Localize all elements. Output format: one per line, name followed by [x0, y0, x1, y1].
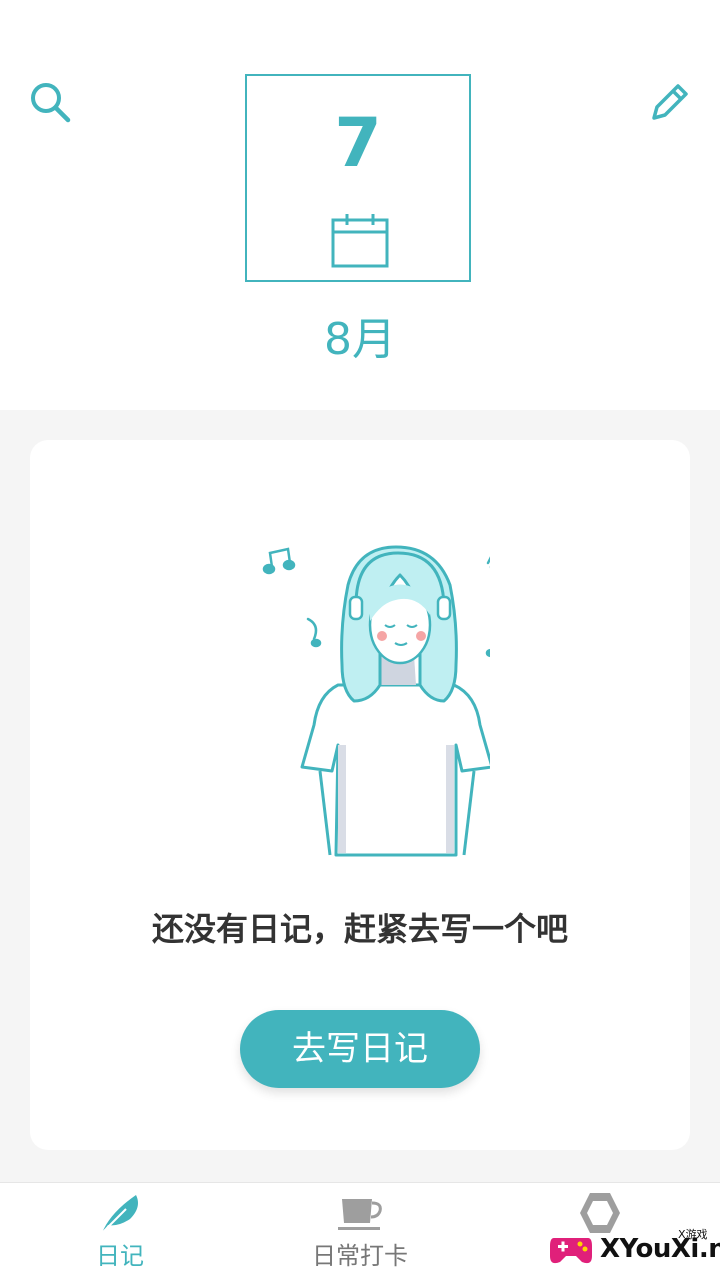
pencil-icon: [652, 84, 688, 120]
day-number: 7: [334, 104, 382, 183]
search-button[interactable]: [20, 72, 80, 132]
feather-icon: [101, 1195, 138, 1234]
nav-item-checkin[interactable]: 日常打卡: [240, 1183, 480, 1281]
empty-message: 还没有日记，赶紧去写一个吧: [151, 910, 568, 948]
nav-label-diary: 日记: [96, 1242, 144, 1270]
site-watermark: X游戏 XYouXi.net: [548, 1222, 720, 1276]
date-card[interactable]: 7: [245, 74, 471, 282]
gamepad-logo-icon: [550, 1238, 592, 1264]
header-area: 7 8月: [0, 0, 720, 410]
watermark-text: XYouXi.net: [600, 1234, 720, 1264]
cup-icon: [338, 1199, 382, 1230]
girl-with-headphones-illustration: [262, 545, 490, 857]
month-label: 8月: [324, 314, 396, 365]
edit-button[interactable]: [640, 72, 700, 132]
calendar-icon: [331, 214, 389, 268]
nav-label-checkin: 日常打卡: [312, 1242, 408, 1270]
nav-item-diary[interactable]: 日记: [0, 1183, 240, 1281]
write-diary-button[interactable]: 去写日记: [240, 1010, 480, 1088]
empty-diary-card: 还没有日记，赶紧去写一个吧 去写日记: [30, 440, 690, 1150]
search-icon: [31, 83, 71, 123]
